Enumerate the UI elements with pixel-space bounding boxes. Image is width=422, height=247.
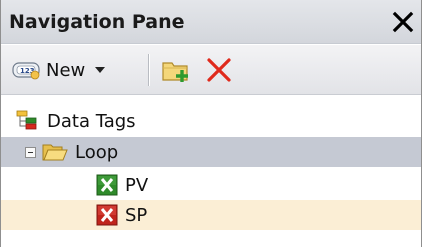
tree-item-loop[interactable]: Loop <box>1 137 421 167</box>
data-tags-icon <box>16 110 37 130</box>
close-icon[interactable] <box>391 9 415 35</box>
navigation-pane: Navigation Pane 123 New Data Tags Loop P… <box>0 0 422 247</box>
tree-item-label: SP <box>125 204 148 226</box>
delete-icon[interactable] <box>204 56 234 84</box>
new-tag-icon: 123 <box>12 62 40 80</box>
excel-tag-red-icon <box>96 204 118 226</box>
new-button-label: New <box>46 59 86 81</box>
folder-open-icon <box>42 144 68 161</box>
toolbar-separator <box>148 54 149 86</box>
tree-item-data-tags[interactable]: Data Tags <box>1 106 421 136</box>
tree-item-label: PV <box>125 174 149 196</box>
collapse-toggle-icon[interactable] <box>25 146 36 158</box>
new-folder-icon[interactable] <box>161 56 191 84</box>
tree-item-sp[interactable]: SP <box>1 200 421 230</box>
tree-item-label: Loop <box>75 141 119 163</box>
pane-title: Navigation Pane <box>9 11 185 33</box>
toolbar: 123 New <box>1 45 421 95</box>
new-button[interactable]: 123 New <box>11 55 106 85</box>
excel-tag-green-icon <box>96 174 118 196</box>
tree-item-pv[interactable]: PV <box>1 170 421 200</box>
tree-item-label: Data Tags <box>47 110 136 132</box>
pane-header: Navigation Pane <box>1 0 421 44</box>
caret-down-icon[interactable] <box>95 67 106 73</box>
